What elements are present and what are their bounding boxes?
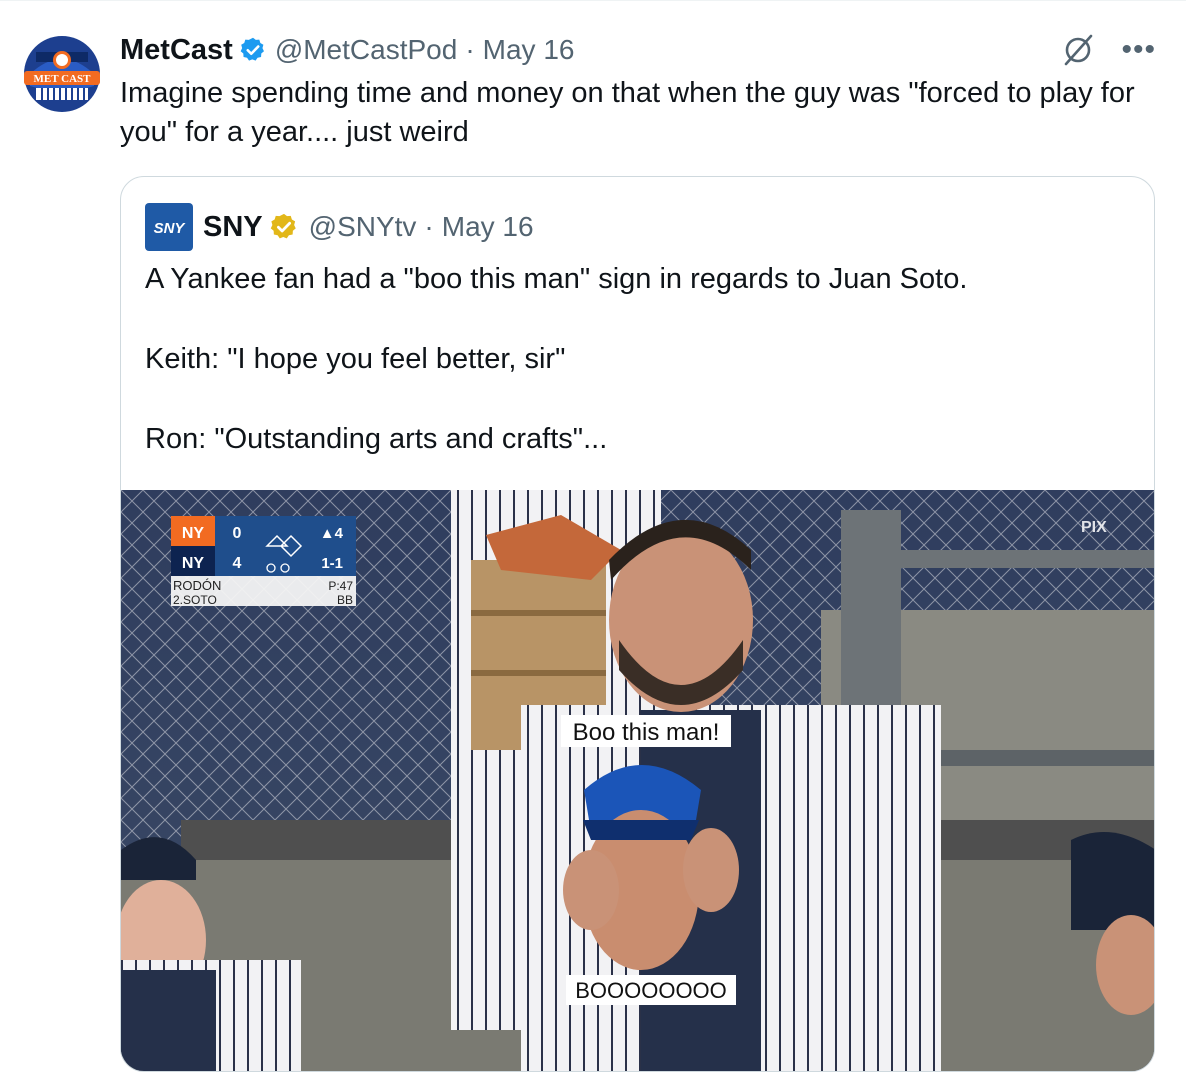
tweet-date[interactable]: May 16 — [483, 34, 575, 66]
home-score: 4 — [233, 555, 242, 572]
sny-logo: SNY — [145, 203, 193, 251]
header-actions: ••• — [1061, 30, 1156, 70]
pitcher: RODÓN — [173, 578, 221, 593]
network-bug: PIX — [1081, 519, 1107, 536]
tweet-header: MetCast @MetCastPod · May 16 — [120, 30, 574, 70]
away-score: 0 — [233, 525, 242, 542]
quoted-date[interactable]: May 16 — [442, 211, 534, 243]
quoted-tweet[interactable]: SNY SNY @SNYtv · May 16 A Yankee fan had… — [120, 176, 1155, 1072]
quoted-media-image[interactable]: Boo this man! BOOOOOOOO NY NY 0 4 ▲4 1-1… — [121, 490, 1154, 1071]
inning: ▲4 — [320, 525, 344, 542]
sny-avatar[interactable]: SNY — [145, 203, 193, 251]
broadcast-still: Boo this man! BOOOOOOOO NY NY 0 4 ▲4 1-1… — [121, 490, 1154, 1071]
avatar-text: MET CAST — [34, 73, 92, 85]
scorebug: NY NY 0 4 ▲4 1-1 RODÓN 2.SOTO P:47 BB — [171, 516, 356, 607]
gold-verified-badge-icon — [270, 213, 296, 239]
quoted-line: A Yankee fan had a "boo this man" sign i… — [145, 263, 968, 295]
quoted-text: A Yankee fan had a "boo this man" sign i… — [145, 259, 1135, 459]
verified-badge-icon — [240, 37, 264, 61]
at-bat-result: BB — [337, 593, 353, 607]
quoted-author-name[interactable]: SNY — [203, 211, 263, 244]
quoted-header: SNY SNY @SNYtv · May 16 — [145, 203, 534, 251]
batter: 2.SOTO — [173, 593, 217, 607]
svg-text:NY: NY — [182, 525, 205, 542]
quoted-line: Ron: "Outstanding arts and crafts"... — [145, 423, 608, 455]
quoted-line: Keith: "I hope you feel better, sir" — [145, 343, 566, 375]
svg-text:NY: NY — [182, 555, 205, 572]
meta-separator: · — [465, 34, 475, 65]
pitch-count: P:47 — [328, 579, 353, 593]
author-handle[interactable]: @MetCastPod — [275, 34, 458, 66]
metcast-logo: MET CAST — [22, 34, 102, 114]
quoted-handle[interactable]: @SNYtv — [309, 211, 417, 243]
avatar[interactable]: MET CAST — [22, 34, 102, 114]
quoted-meta-separator: · — [424, 211, 434, 242]
count: 1-1 — [321, 555, 343, 572]
grok-icon[interactable] — [1061, 33, 1095, 67]
top-divider — [0, 0, 1186, 4]
more-icon[interactable]: ••• — [1121, 35, 1156, 65]
sign-top-text: Boo this man! — [573, 719, 720, 746]
author-name[interactable]: MetCast — [120, 34, 233, 67]
sign-bottom-text: BOOOOOOOO — [575, 978, 727, 1003]
tweet-text: Imagine spending time and money on that … — [120, 77, 1143, 148]
sny-logo-text: SNY — [154, 220, 187, 237]
